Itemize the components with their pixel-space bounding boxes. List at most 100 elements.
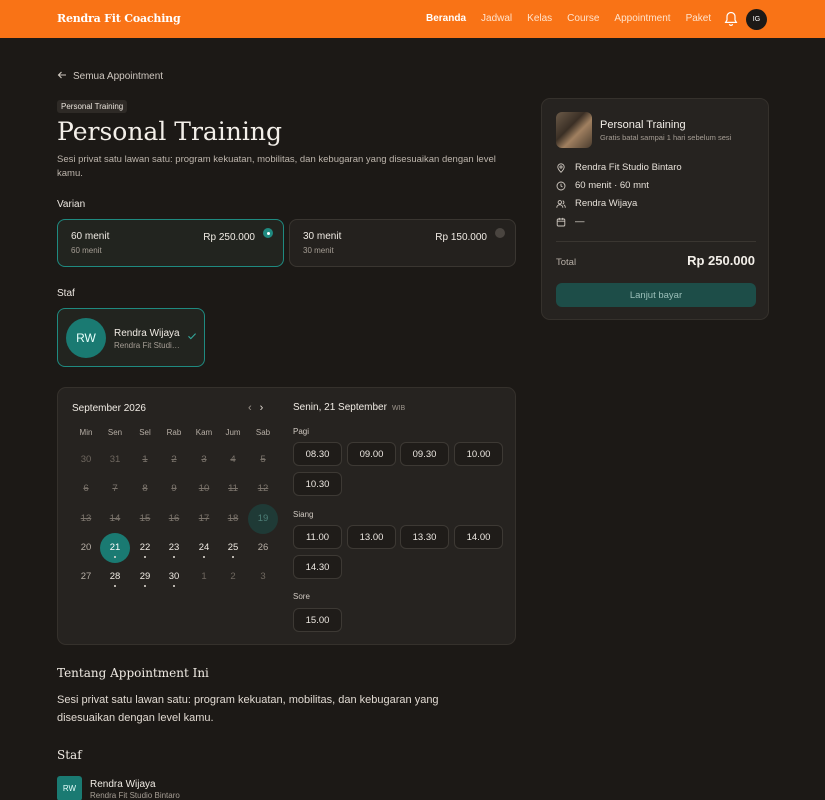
chevron-right-icon[interactable]: › [260,402,264,414]
booking-summary-card: Personal Training Gratis batal sampai 1 … [541,98,769,320]
check-icon [187,331,197,344]
calendar-day: 12 [257,483,269,494]
nav-jadwal[interactable]: Jadwal [481,13,512,24]
weekday-label: Sab [255,428,271,437]
period-label: Siang [293,510,314,519]
variant-price: Rp 150.000 [435,232,487,243]
calendar-day: 8 [142,483,148,494]
calendar-day[interactable]: 24 [189,533,219,563]
location-text: Rendra Fit Studio Bintaro [575,162,682,173]
booking-calendar-panel: September 2026 ‹ › Min Sen Sel Rab Kam J… [57,387,516,645]
radio-unselected-icon[interactable] [495,228,505,238]
calendar-day[interactable]: 30 [159,562,189,592]
calendar-day: 7 [112,483,118,494]
calendar-day: 3 [260,571,266,582]
about-title: Tentang Appointment Ini [57,666,209,680]
time-slot[interactable]: 10.30 [293,472,342,496]
time-slot[interactable]: 11.00 [293,525,342,549]
weekday-label: Rab [166,428,182,437]
calendar-day-selected[interactable]: 21 [100,533,130,563]
weekday-label: Jum [225,428,241,437]
calendar-day: 31 [109,454,121,465]
availability-dot [173,556,175,558]
summary-date: — [556,216,585,227]
calendar-day: 2 [171,454,177,465]
period-label: Sore [293,592,310,601]
staff-name: Rendra Wijaya [114,328,180,339]
nav-kelas[interactable]: Kelas [527,13,552,24]
availability-dot [114,556,116,558]
calendar-day: 15 [139,513,151,524]
weekday-label: Kam [195,428,213,437]
calendar-day: 26 [257,542,269,553]
time-slot[interactable]: 14.30 [293,555,342,579]
staff-text: Rendra Wijaya [575,198,638,209]
variant-option-30[interactable]: 30 menit 30 menit Rp 150.000 [289,219,516,267]
day-number: 29 [139,571,151,582]
selected-day-title: Senin, 21 September WIB [293,402,405,413]
back-link[interactable]: Semua Appointment [57,70,163,83]
month-nav: ‹ › [248,402,263,414]
clock-icon [556,181,566,190]
map-pin-icon [557,162,565,173]
brand-logo[interactable]: Rendra Fit Coaching [57,12,181,25]
calendar-day: 9 [171,483,177,494]
calendar-day: 17 [198,513,210,524]
staff-name: Rendra Wijaya [90,779,156,790]
time-slot[interactable]: 14.00 [454,525,503,549]
time-slot[interactable]: 08.30 [293,442,342,466]
staff-option[interactable]: RW Rendra Wijaya Rendra Fit Studi… [57,308,205,367]
bell-icon[interactable] [724,11,738,27]
nav-course[interactable]: Course [567,13,599,24]
calendar-day: 13 [80,513,92,524]
calendar-day: 4 [230,454,236,465]
weekday-label: Sen [107,428,123,437]
back-link-label: Semua Appointment [73,71,164,82]
time-slot[interactable]: 15.00 [293,608,342,632]
day-number: 25 [227,542,239,553]
variant-label: Varian [57,199,86,210]
availability-dot [232,556,234,558]
weekday-label: Min [79,428,93,437]
calendar-month: September 2026 [72,403,146,414]
nav-beranda[interactable]: Beranda [426,13,466,24]
summary-divider [556,241,756,242]
calendar-day[interactable]: 28 [100,562,130,592]
arrow-left-icon [57,70,67,83]
summary-title: Personal Training [600,119,686,131]
chevron-left-icon[interactable]: ‹ [248,402,252,414]
variant-option-60[interactable]: 60 menit 60 menit Rp 250.000 [57,219,284,267]
timezone-label: WIB [391,405,406,412]
time-slot[interactable]: 13.30 [400,525,449,549]
nav-appointment[interactable]: Appointment [614,13,670,24]
calendar-icon [556,217,566,226]
about-text: Sesi privat satu lawan satu: program kek… [57,694,439,724]
nav-paket[interactable]: Paket [686,13,712,24]
user-avatar[interactable]: IG [746,9,767,30]
day-number: 21 [109,542,121,553]
calendar-day: 1 [201,571,207,582]
calendar-day[interactable]: 29 [130,562,160,592]
calendar-day: 20 [80,542,92,553]
time-slot[interactable]: 09.00 [347,442,396,466]
users-icon [556,199,566,208]
calendar-day[interactable]: 25 [218,533,248,563]
continue-payment-button[interactable]: Lanjut bayar [556,283,756,307]
page-description: Sesi privat satu lawan satu: program kek… [57,154,496,179]
variant-price: Rp 250.000 [203,232,255,243]
calendar-day[interactable]: 23 [159,533,189,563]
page-title: Personal Training [57,117,282,146]
calendar-day[interactable]: 22 [130,533,160,563]
calendar-day: 3 [201,454,207,465]
day-number: 24 [198,542,210,553]
weekday-label: Sel [139,428,151,437]
variant-sub: 30 menit [303,246,334,255]
time-slot[interactable]: 13.00 [347,525,396,549]
calendar-day: 1 [142,454,148,465]
variant-sub: 60 menit [71,246,102,255]
date-text: — [575,216,585,227]
time-slot[interactable]: 09.30 [400,442,449,466]
calendar-day: 18 [227,513,239,524]
radio-selected-icon[interactable] [263,228,273,238]
time-slot[interactable]: 10.00 [454,442,503,466]
